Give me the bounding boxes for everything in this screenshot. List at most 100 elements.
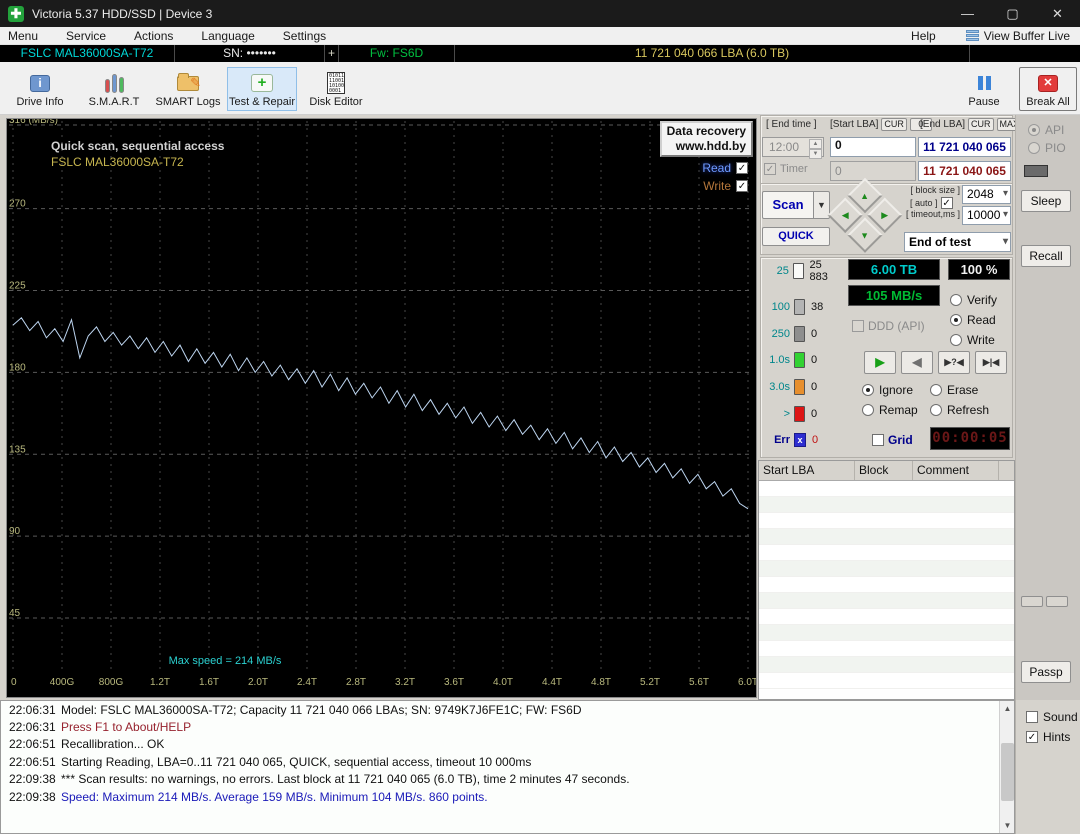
- remap-radio[interactable]: [862, 404, 874, 416]
- end-time-input[interactable]: 12:00 ▲▼: [762, 137, 824, 157]
- column-block[interactable]: Block: [855, 461, 913, 480]
- tiny-left-button[interactable]: [1021, 596, 1043, 607]
- block-size-combo[interactable]: 2048: [962, 185, 1011, 204]
- quick-button[interactable]: QUICK: [762, 227, 830, 246]
- sleep-button[interactable]: Sleep: [1021, 190, 1071, 212]
- play-back-icon: ◀: [912, 355, 921, 369]
- tool-label: Drive Info: [16, 96, 63, 108]
- device-serial[interactable]: SN: •••••••: [175, 45, 325, 62]
- scan-button[interactable]: Scan: [762, 191, 814, 219]
- menu-service[interactable]: Service: [52, 27, 120, 45]
- write-radio-row: Write: [950, 333, 995, 347]
- scan-timer-clock: 00:00:05: [930, 427, 1010, 450]
- menu-language[interactable]: Language: [187, 27, 268, 45]
- axis-tick-label: 2.8T: [346, 677, 366, 688]
- scroll-thumb[interactable]: [1001, 743, 1014, 801]
- play-forward-button[interactable]: ▶: [864, 351, 896, 374]
- tiny-right-button[interactable]: [1046, 596, 1068, 607]
- menu-actions[interactable]: Actions: [120, 27, 187, 45]
- end-lba-value[interactable]: 11 721 040 065: [918, 137, 1011, 157]
- write-radio[interactable]: [950, 334, 962, 346]
- refresh-radio[interactable]: [930, 404, 942, 416]
- disk-editor-button[interactable]: 0101101100111010000001Disk Editor: [301, 67, 371, 111]
- ddd-checkbox[interactable]: [852, 320, 864, 332]
- minimize-button[interactable]: —: [945, 0, 990, 27]
- break-all-button[interactable]: ✕ Break All: [1019, 67, 1077, 111]
- write-checkbox[interactable]: ✓: [736, 180, 748, 192]
- end-action-combo[interactable]: End of test: [904, 232, 1011, 252]
- passp-button[interactable]: Passp: [1021, 661, 1071, 683]
- table-row: [759, 625, 1014, 641]
- axis-tick-label: 5.2T: [640, 677, 660, 688]
- axis-tick-label: 4.4T: [542, 677, 562, 688]
- table-row: [759, 561, 1014, 577]
- menu-help[interactable]: Help: [901, 27, 966, 45]
- read-checkbox[interactable]: ✓: [736, 162, 748, 174]
- smart-logs-icon: ✎: [175, 71, 201, 95]
- table-row: [759, 657, 1014, 673]
- log-timestamp: 22:06:31: [1, 703, 61, 717]
- maximize-button[interactable]: ▢: [990, 0, 1035, 27]
- read-radio[interactable]: [950, 314, 962, 326]
- end-time-spinner[interactable]: ▲▼: [809, 139, 822, 155]
- menu-settings[interactable]: Settings: [269, 27, 340, 45]
- axis-tick-label: 1.6T: [199, 677, 219, 688]
- start-lba-label: [Start LBA]: [830, 119, 878, 130]
- pause-button[interactable]: Pause: [958, 67, 1010, 111]
- ignore-radio[interactable]: [862, 384, 874, 396]
- device-model[interactable]: FSLC MAL36000SA-T72: [0, 45, 175, 62]
- percent-display: 100 %: [948, 259, 1010, 280]
- column-comment[interactable]: Comment: [913, 461, 999, 480]
- scroll-up-icon[interactable]: ▲: [1000, 701, 1015, 716]
- axis-tick-label: 225: [9, 281, 26, 292]
- erase-radio[interactable]: [930, 384, 942, 396]
- stat-count: 38: [811, 301, 823, 313]
- start-lba-cur-button[interactable]: CUR: [881, 118, 907, 131]
- scan-control-panel: [ End time ] 12:00 ▲▼ [Start LBA] CUR 0 …: [758, 115, 1015, 700]
- log-message: Model: FSLC MAL36000SA-T72; Capacity 11 …: [61, 703, 582, 717]
- auto-checkbox[interactable]: ✓: [941, 197, 953, 209]
- sound-checkbox[interactable]: [1026, 711, 1038, 723]
- axis-tick-label: 180: [9, 362, 26, 373]
- timer-checkbox[interactable]: ✓: [764, 163, 776, 175]
- axis-tick-label: 316 (MB/s): [9, 119, 58, 126]
- log-panel: 22:06:31Model: FSLC MAL36000SA-T72; Capa…: [0, 700, 1015, 834]
- defect-table-header: Start LBABlockComment: [759, 461, 1014, 481]
- verify-label: Verify: [967, 293, 997, 307]
- stat-label: 100: [758, 301, 790, 313]
- pio-radio[interactable]: [1028, 142, 1040, 154]
- seek-end-button[interactable]: ▶|◀: [975, 351, 1007, 374]
- bottom-right-panel: Sound ✓ Hints: [1015, 700, 1080, 834]
- timeout-combo[interactable]: 10000: [962, 206, 1011, 225]
- verify-radio[interactable]: [950, 294, 962, 306]
- hints-checkbox[interactable]: ✓: [1026, 731, 1038, 743]
- column-start-lba[interactable]: Start LBA: [759, 461, 855, 480]
- refresh-label: Refresh: [947, 403, 989, 417]
- test-repair-button[interactable]: +Test & Repair: [227, 67, 297, 111]
- drive-info-button[interactable]: iDrive Info: [5, 67, 75, 111]
- read-radio-row: Read: [950, 313, 996, 327]
- stat-count: 0: [811, 354, 817, 366]
- log-scrollbar[interactable]: ▲ ▼: [999, 701, 1014, 833]
- smart-logs-button[interactable]: ✎SMART Logs: [153, 67, 223, 111]
- start-lba-input[interactable]: 0: [830, 137, 916, 157]
- close-button[interactable]: ✕: [1035, 0, 1080, 27]
- api-radio[interactable]: [1028, 124, 1040, 136]
- recall-button[interactable]: Recall: [1021, 245, 1071, 267]
- menu-menu[interactable]: Menu: [0, 27, 52, 45]
- end-lba-cur-button[interactable]: CUR: [968, 118, 994, 131]
- pause-icon: [971, 71, 997, 95]
- scroll-down-icon[interactable]: ▼: [1000, 818, 1015, 833]
- timer-input[interactable]: 0: [830, 161, 916, 181]
- seek-question-button[interactable]: ▶?◀: [938, 351, 970, 374]
- break-all-icon: ✕: [1035, 71, 1061, 95]
- serial-reveal-button[interactable]: +: [325, 45, 339, 62]
- axis-tick-label: 0: [11, 677, 17, 688]
- ddd-label: DDD (API): [868, 319, 925, 333]
- grid-checkbox[interactable]: [872, 434, 884, 446]
- play-back-button[interactable]: ◀: [901, 351, 933, 374]
- s-m-a-r-t-button[interactable]: S.M.A.R.T: [79, 67, 149, 111]
- axis-tick-label: 4.8T: [591, 677, 611, 688]
- view-buffer-live-button[interactable]: View Buffer Live: [966, 29, 1080, 43]
- stat-color-block: [794, 379, 805, 395]
